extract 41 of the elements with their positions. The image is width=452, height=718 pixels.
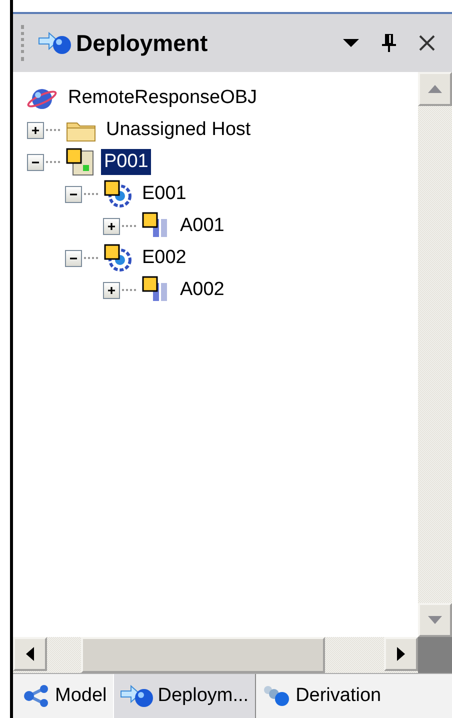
scroll-left-button[interactable] <box>13 637 47 671</box>
arrow-sphere-icon <box>38 30 72 56</box>
tree-item[interactable]: E002 <box>139 245 190 271</box>
tree-item[interactable]: RemoteResponseOBJ <box>65 85 260 111</box>
expand-button[interactable] <box>27 122 44 138</box>
arrow-sphere-icon <box>120 683 154 709</box>
scrollbar-corner <box>418 637 452 673</box>
server-icon <box>65 147 95 177</box>
left-arrow-icon <box>26 647 34 661</box>
gear-icon <box>103 243 133 273</box>
scroll-thumb[interactable] <box>81 637 325 673</box>
panel-title: Deployment <box>76 30 209 56</box>
collapse-button[interactable] <box>65 250 82 266</box>
scroll-right-button[interactable] <box>384 637 418 671</box>
plus-icon <box>107 286 116 294</box>
network-icon <box>23 684 51 708</box>
caret-icon <box>342 38 360 48</box>
spheres-icon <box>262 684 292 708</box>
collapse-button[interactable] <box>27 154 44 170</box>
down-arrow-icon <box>428 616 442 624</box>
plus-icon <box>107 222 116 230</box>
expand-button[interactable] <box>103 218 120 234</box>
gear-icon <box>103 179 133 209</box>
panel-tab[interactable]: Deploym... <box>112 674 256 718</box>
plus-icon <box>31 126 40 134</box>
pin-icon <box>381 33 397 53</box>
tree-item[interactable]: E001 <box>139 181 190 207</box>
scroll-up-button[interactable] <box>418 72 452 106</box>
close-icon <box>418 34 436 52</box>
tree-item[interactable]: Unassigned Host <box>103 117 254 143</box>
expand-button[interactable] <box>103 282 120 298</box>
up-arrow-icon <box>428 85 442 93</box>
horizontal-scrollbar[interactable] <box>13 637 418 673</box>
tree-item[interactable]: A001 <box>177 213 228 239</box>
tree-item[interactable]: P001 <box>101 149 152 175</box>
right-arrow-icon <box>397 647 405 661</box>
panel-tab[interactable]: Model <box>17 674 113 718</box>
panel-tab[interactable]: Derivation <box>256 674 388 718</box>
tree-item[interactable]: A002 <box>177 277 228 303</box>
collapse-button[interactable] <box>65 186 82 202</box>
vertical-scrollbar[interactable] <box>418 72 452 637</box>
